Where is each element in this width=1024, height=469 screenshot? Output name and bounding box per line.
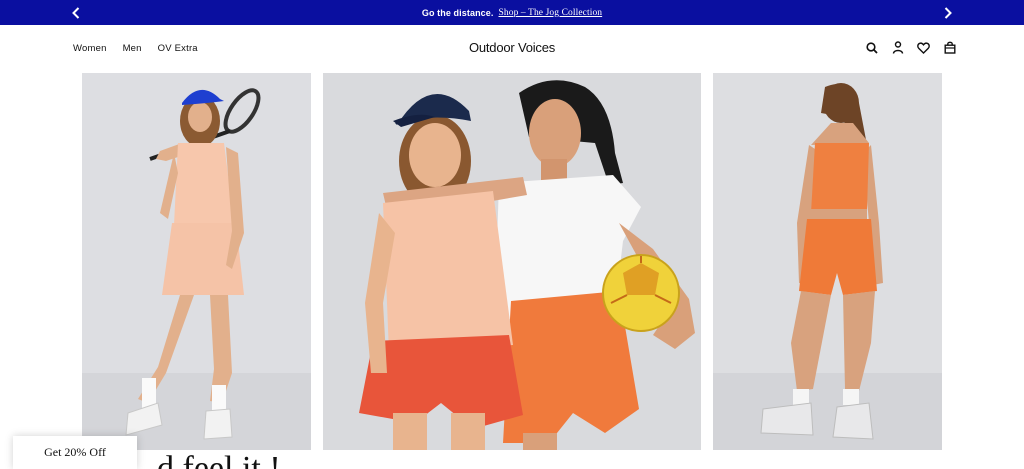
- search-icon[interactable]: [864, 40, 879, 55]
- hero-image-tennis[interactable]: [82, 73, 311, 450]
- promo-link[interactable]: Shop – The Jog Collection: [498, 8, 602, 18]
- site-header: Women Men OV Extra Outdoor Voices: [0, 25, 1024, 72]
- promo-bar: Go the distance. Shop – The Jog Collecti…: [0, 0, 1024, 25]
- back-view-illustration: [713, 73, 942, 450]
- promo-next-button[interactable]: [936, 0, 960, 25]
- account-icon[interactable]: [890, 40, 905, 55]
- utility-nav: [864, 40, 957, 55]
- tennis-illustration: [82, 73, 311, 450]
- wishlist-icon[interactable]: [916, 40, 931, 55]
- duo-illustration: [323, 73, 701, 450]
- hero-headline: ..d feel it !: [140, 452, 440, 469]
- chevron-right-icon: [944, 6, 952, 19]
- hero-image-duo[interactable]: [323, 73, 701, 450]
- promo-text: Go the distance.: [421, 7, 494, 18]
- chevron-left-icon: [72, 6, 80, 19]
- discount-button[interactable]: Get 20% Off: [13, 436, 137, 469]
- bag-icon[interactable]: [942, 40, 957, 55]
- hero-image-back[interactable]: [713, 73, 942, 450]
- promo-prev-button[interactable]: [64, 0, 88, 25]
